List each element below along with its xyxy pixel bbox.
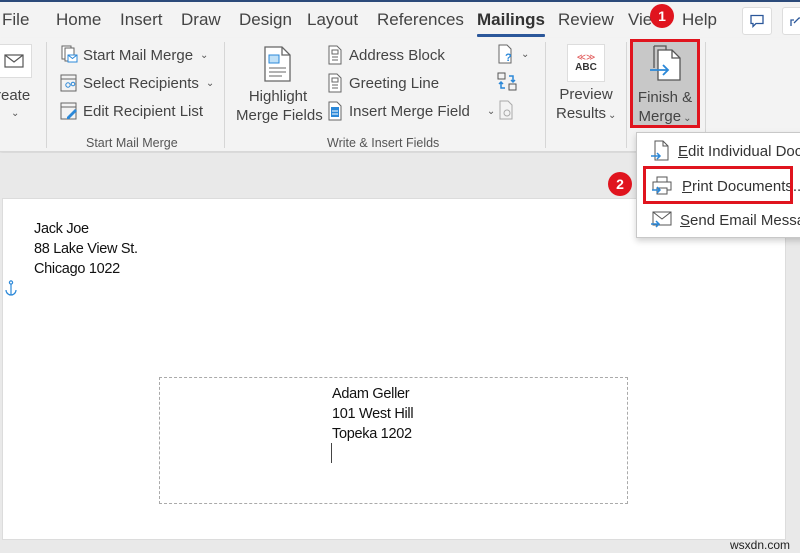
email-icon xyxy=(650,211,672,229)
greeting-line-button[interactable]: Greeting Line xyxy=(326,72,439,94)
address-block-button[interactable]: Address Block xyxy=(326,44,445,66)
highlight-box-finish-merge xyxy=(630,39,700,128)
create-label: reate xyxy=(0,87,31,104)
menu-item-label: Edit Individual Documents... xyxy=(678,142,800,160)
address-block-icon xyxy=(326,45,344,65)
chevron-down-icon: ⌄ xyxy=(608,110,617,121)
create-button[interactable] xyxy=(0,44,32,78)
create-chevron-icon[interactable]: ⌄ xyxy=(11,108,19,119)
tab-review[interactable]: Review xyxy=(558,10,614,30)
recipient-street: 101 West Hill xyxy=(332,406,414,422)
tab-layout[interactable]: Layout xyxy=(307,10,358,30)
menu-item-edit-individual-documents[interactable]: Edit Individual Documents... xyxy=(637,135,800,167)
menu-item-label: Send Email Messages... xyxy=(680,211,800,229)
preview-abc-text: ABC xyxy=(575,61,597,73)
edit-recipient-list-label: Edit Recipient List xyxy=(83,102,204,120)
highlight-box-print-documents xyxy=(643,166,793,204)
comment-icon xyxy=(750,14,764,28)
start-mail-merge-button[interactable]: Start Mail Merge ⌄ xyxy=(60,44,208,66)
watermark: wsxdn.com xyxy=(730,538,791,552)
insert-merge-field-icon xyxy=(326,101,344,121)
sender-name: Jack Joe xyxy=(34,221,89,237)
tab-mailings[interactable]: Mailings xyxy=(477,10,546,37)
chevron-down-icon[interactable]: ⌄ xyxy=(487,106,495,117)
share-icon xyxy=(790,17,800,26)
tab-file[interactable]: File xyxy=(2,10,29,30)
update-labels-icon xyxy=(499,100,513,120)
tab-insert[interactable]: Insert xyxy=(120,10,163,30)
update-labels-button xyxy=(498,100,516,125)
ribbon-tabs: File Home Insert Draw Design Layout Refe… xyxy=(0,2,800,38)
preview-label-line2: Results xyxy=(556,105,607,122)
tab-references[interactable]: References xyxy=(377,10,464,30)
sender-city: Chicago 1022 xyxy=(34,261,120,277)
comments-button[interactable] xyxy=(742,7,772,35)
select-recipients-label: Select Recipients xyxy=(83,74,199,92)
tab-draw[interactable]: Draw xyxy=(181,10,221,30)
preview-results-icon[interactable]: ≪≫ ABC xyxy=(567,44,605,82)
edit-recipient-list-button[interactable]: Edit Recipient List xyxy=(60,100,203,122)
select-recipients-button[interactable]: Select Recipients ⌄ xyxy=(60,72,214,94)
start-mail-merge-label: Start Mail Merge xyxy=(83,46,194,64)
highlight-label-line1: Highlight xyxy=(248,88,308,105)
select-recipients-icon xyxy=(60,73,78,93)
share-button[interactable] xyxy=(782,7,800,35)
rules-icon: ? xyxy=(498,44,512,64)
text-cursor xyxy=(331,443,332,463)
insert-merge-field-label: Insert Merge Field xyxy=(349,102,470,120)
group-label-write-insert-fields: Write & Insert Fields xyxy=(327,136,440,150)
sender-street: 88 Lake View St. xyxy=(34,241,138,257)
group-label-start-mail-merge: Start Mail Merge xyxy=(86,136,178,150)
greeting-line-icon xyxy=(326,73,344,93)
greeting-line-label: Greeting Line xyxy=(349,74,440,92)
start-mail-merge-icon xyxy=(60,45,78,65)
recipient-city: Topeka 1202 xyxy=(332,426,412,442)
chevron-down-icon: ⌄ xyxy=(200,49,209,61)
sender-address: Jack Joe 88 Lake View St. Chicago 1022 xyxy=(34,219,138,279)
step-badge-1: 1 xyxy=(650,4,674,28)
recipient-address: Adam Geller 101 West Hill Topeka 1202 xyxy=(332,384,414,444)
insert-merge-field-button[interactable]: Insert Merge Field ⌄ xyxy=(326,100,495,122)
edit-recipient-list-icon xyxy=(60,101,78,121)
preview-results-button[interactable]: Preview Results ⌄ xyxy=(556,85,616,125)
menu-item-send-email-messages[interactable]: Send Email Messages... xyxy=(637,204,800,236)
chevron-down-icon: ⌄ xyxy=(205,77,215,89)
match-fields-button[interactable] xyxy=(497,72,517,97)
chevron-down-icon: ⌄ xyxy=(521,48,530,60)
tab-help[interactable]: Help xyxy=(682,10,717,30)
step-badge-2: 2 xyxy=(608,172,632,196)
highlight-label-line2: Merge Fields xyxy=(236,107,323,124)
match-fields-icon xyxy=(497,72,517,91)
tab-home[interactable]: Home xyxy=(56,10,101,30)
rules-button[interactable]: ? ⌄ xyxy=(497,44,529,64)
highlight-merge-fields-button[interactable]: Highlight Merge Fields xyxy=(236,87,323,125)
svg-text:?: ? xyxy=(505,52,512,64)
envelope-icon xyxy=(4,54,24,68)
anchor-icon xyxy=(5,280,17,296)
edit-document-icon xyxy=(650,140,670,162)
recipient-name: Adam Geller xyxy=(332,386,410,402)
preview-label-line1: Preview xyxy=(559,86,613,103)
address-block-label: Address Block xyxy=(349,46,445,64)
tab-design[interactable]: Design xyxy=(239,10,292,30)
highlight-merge-fields-icon[interactable] xyxy=(262,46,292,82)
